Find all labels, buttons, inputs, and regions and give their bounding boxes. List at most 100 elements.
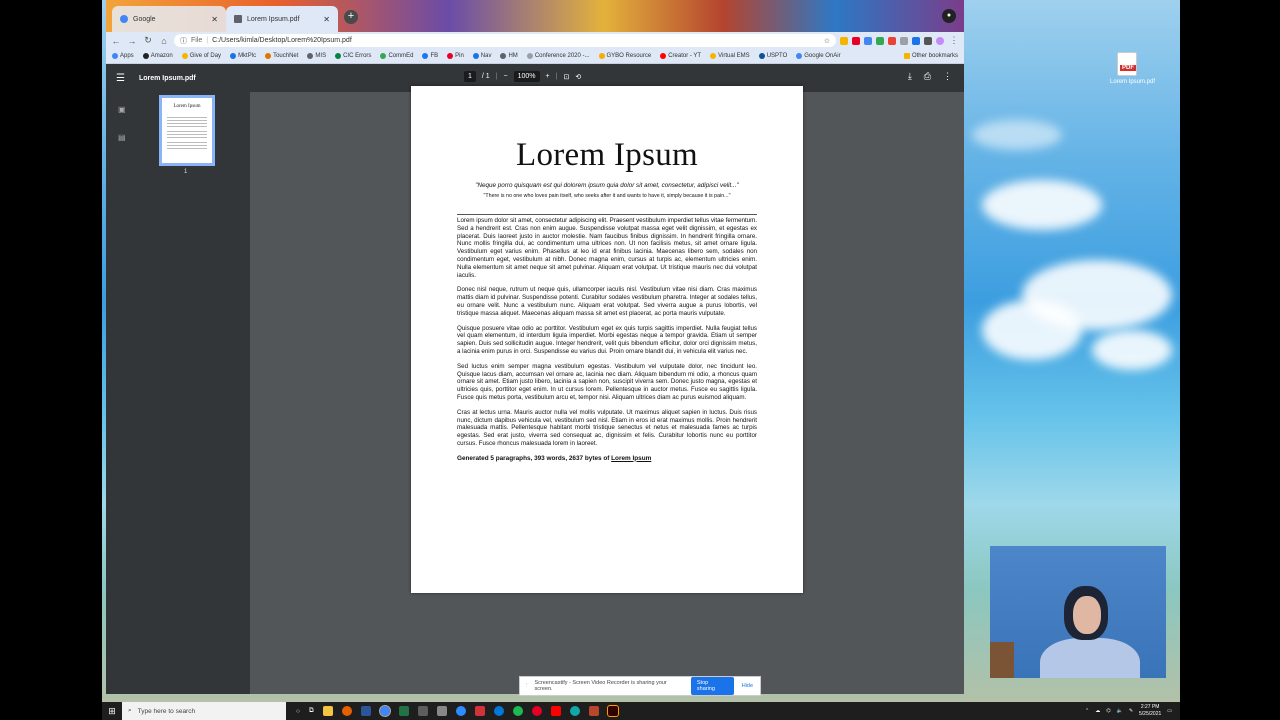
- fit-page-icon[interactable]: ⊡: [563, 73, 569, 81]
- extension-icon[interactable]: [852, 36, 860, 45]
- app-icon[interactable]: [436, 706, 447, 716]
- pdf-actions: ⤓ ⎙ ⋮: [908, 71, 952, 82]
- lorem-ipsum-link[interactable]: Lorem Ipsum: [611, 455, 651, 462]
- cortana-icon[interactable]: ○: [296, 708, 300, 715]
- word-icon[interactable]: [360, 706, 371, 716]
- drag-handle-icon[interactable]: ⋮: [524, 683, 530, 689]
- extension-icon[interactable]: [840, 36, 848, 45]
- print-icon[interactable]: ⎙: [924, 71, 931, 82]
- reload-icon[interactable]: ↻: [142, 35, 154, 46]
- file-explorer-icon[interactable]: [322, 706, 333, 716]
- taskbar-apps: ○ ⧉: [296, 705, 619, 717]
- page-thumbnail[interactable]: Lorem Ipsum: [159, 95, 215, 166]
- extension-icon[interactable]: [900, 36, 908, 45]
- page-navigation: 1 / 1 | − 100% + | ⊡ ⟲: [464, 71, 581, 82]
- tab-lorem-ipsum-pdf[interactable]: Lorem Ipsum.pdf ✕: [226, 6, 338, 32]
- illustrator-icon[interactable]: [606, 705, 619, 717]
- forward-icon[interactable]: →: [126, 36, 138, 46]
- thumbnails-icon[interactable]: ▣: [118, 96, 126, 124]
- notification-icon[interactable]: ▭: [1167, 708, 1172, 714]
- chevron-up-icon[interactable]: ⌃: [1085, 708, 1089, 714]
- bookmark-item[interactable]: CommEd: [380, 53, 413, 59]
- app-icon[interactable]: [569, 706, 580, 716]
- bookmark-item[interactable]: Nav: [472, 53, 491, 59]
- other-bookmarks[interactable]: Other bookmarks: [903, 53, 958, 59]
- avatar[interactable]: [936, 36, 944, 45]
- bookmark-item[interactable]: Pin: [447, 53, 464, 59]
- generated-note: Generated 5 paragraphs, 393 words, 2637 …: [457, 454, 652, 462]
- bookmark-item[interactable]: Conference 2020 -...: [526, 53, 590, 59]
- pdf-file-title: Lorem Ipsum.pdf: [138, 74, 196, 82]
- menu-icon[interactable]: ☰: [116, 73, 125, 84]
- desktop-pdf-file[interactable]: PDF Lorem Ipsum.pdf: [1110, 52, 1155, 85]
- bookmark-item[interactable]: Google OnAir: [796, 53, 841, 59]
- volume-icon[interactable]: 🔈: [1117, 708, 1123, 714]
- more-vert-icon[interactable]: ⋮: [948, 35, 960, 46]
- tab-label: Lorem Ipsum.pdf: [247, 15, 300, 23]
- tab-google[interactable]: Google ✕: [112, 6, 226, 32]
- rotate-icon[interactable]: ⟲: [575, 73, 581, 81]
- bookmark-item[interactable]: GYBO Resource: [598, 53, 651, 59]
- zoom-in-icon[interactable]: +: [546, 73, 550, 80]
- search-icon: ⌕: [128, 707, 132, 714]
- extension-icon[interactable]: [912, 36, 920, 45]
- record-indicator-icon[interactable]: ●: [942, 9, 956, 23]
- more-vert-icon[interactable]: ⋮: [943, 71, 952, 82]
- address-bar[interactable]: ⓘ File | C:/Users/kimla/Desktop/Lorem%20…: [174, 34, 836, 47]
- bookmark-item[interactable]: USPTO: [758, 53, 787, 59]
- bookmark-item[interactable]: Apps: [112, 53, 134, 59]
- extension-icon[interactable]: [876, 36, 884, 45]
- cloud-icon[interactable]: ☁: [1095, 708, 1100, 714]
- task-view-icon[interactable]: ⧉: [309, 707, 314, 715]
- bookmark-item[interactable]: Amazon: [142, 53, 173, 59]
- back-icon[interactable]: ←: [110, 36, 122, 46]
- taskbar-search[interactable]: ⌕ Type here to search: [122, 702, 286, 720]
- paragraph: Donec nisl neque, rutrum ut neque quis, …: [457, 286, 757, 317]
- pinterest-icon[interactable]: [531, 706, 542, 716]
- bookmark-item[interactable]: Give of Day: [181, 53, 221, 59]
- chrome-icon[interactable]: [378, 705, 391, 717]
- clock[interactable]: 2:27 PM 5/25/2021: [1139, 704, 1161, 718]
- puzzle-icon[interactable]: [924, 36, 932, 45]
- edge-icon[interactable]: [493, 706, 504, 716]
- close-tab-icon[interactable]: ✕: [211, 15, 218, 24]
- zoom-input[interactable]: 100%: [513, 71, 540, 82]
- app-icon[interactable]: [588, 706, 599, 716]
- youtube-icon[interactable]: [550, 706, 561, 716]
- page-number-input[interactable]: 1: [464, 71, 476, 82]
- zoom-app-icon[interactable]: [455, 706, 466, 716]
- new-tab-button[interactable]: +: [344, 10, 358, 24]
- bookmark-item[interactable]: Virtual EMS: [710, 53, 750, 59]
- pen-icon[interactable]: ✎: [1129, 708, 1133, 714]
- zoom-out-icon[interactable]: −: [504, 73, 508, 80]
- bookmark-item[interactable]: HM: [500, 53, 518, 59]
- windows-start-icon[interactable]: ⊞: [102, 706, 122, 717]
- home-icon[interactable]: ⌂: [158, 36, 170, 46]
- pdf-page: Lorem Ipsum "Neque porro quisquam est qu…: [411, 86, 803, 593]
- network-icon[interactable]: ⌬: [1106, 708, 1110, 714]
- excel-icon[interactable]: [398, 706, 409, 716]
- close-tab-icon[interactable]: ✕: [323, 15, 330, 24]
- stop-sharing-button[interactable]: Stop sharing: [690, 677, 734, 695]
- taskbar: ⊞ ⌕ Type here to search ○ ⧉ ⌃ ☁ ⌬ 🔈 ✎ 2:…: [102, 702, 1180, 720]
- spotify-icon[interactable]: [512, 706, 523, 716]
- bookmark-item[interactable]: FB: [422, 53, 438, 59]
- firefox-icon[interactable]: [341, 706, 352, 716]
- clock-date: 5/25/2021: [1139, 711, 1162, 717]
- hide-button[interactable]: Hide: [739, 683, 756, 689]
- bookmark-item[interactable]: MIS: [307, 53, 326, 59]
- acrobat-icon[interactable]: [474, 706, 485, 716]
- bookmark-item[interactable]: CIC Errors: [335, 53, 371, 59]
- system-tray: ⌃ ☁ ⌬ 🔈 ✎ 2:27 PM 5/25/2021 ▭: [1085, 704, 1180, 718]
- document-title: Lorem Ipsum: [515, 137, 698, 173]
- extension-icon[interactable]: [864, 36, 872, 45]
- outline-icon[interactable]: ▤: [118, 124, 126, 152]
- download-icon[interactable]: ⤓: [908, 71, 912, 82]
- bookmark-item[interactable]: TouchNet: [265, 53, 298, 59]
- extension-icon[interactable]: [888, 36, 896, 45]
- share-message: Screencastify - Screen Video Recorder is…: [534, 680, 667, 692]
- app-icon[interactable]: [417, 706, 428, 716]
- bookmark-item[interactable]: MktPlc: [230, 53, 256, 59]
- bookmark-item[interactable]: Creator - YT: [660, 53, 701, 59]
- star-icon[interactable]: ☆: [824, 37, 830, 45]
